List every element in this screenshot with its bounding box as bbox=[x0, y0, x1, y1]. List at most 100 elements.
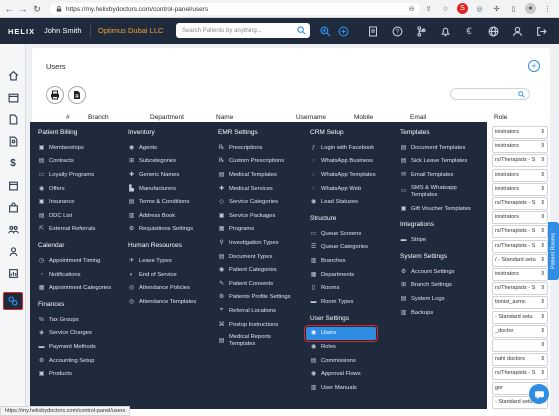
menu-item-memberships[interactable]: ▣ Memberships bbox=[38, 141, 111, 155]
add-user-button[interactable]: + bbox=[528, 60, 540, 72]
logo[interactable]: HELIX bbox=[0, 27, 34, 36]
home-icon[interactable] bbox=[3, 66, 23, 84]
menu-item-custom-prescriptions[interactable]: ℞ Custom Prescriptions bbox=[218, 155, 291, 169]
menu-item-medical-templates[interactable]: ▤ Medical Templates bbox=[218, 168, 291, 182]
menu-item-programs[interactable]: ▦ Programs bbox=[218, 223, 291, 237]
menu-item-medical-services[interactable]: ✚ Medical Services bbox=[218, 182, 291, 196]
menu-item-email-templates[interactable]: ✉ Email Templates bbox=[400, 168, 472, 182]
role-select[interactable]: inistrators ⇕ bbox=[492, 268, 548, 281]
role-select[interactable]: inistrators ⇕ bbox=[492, 168, 548, 182]
back-icon[interactable]: ← bbox=[2, 2, 16, 16]
menu-item-sick-leave-templates[interactable]: ▤ Sick Leave Templates bbox=[400, 155, 472, 169]
menu-item-patient-categories[interactable]: ◉ Patient Categories bbox=[218, 263, 291, 277]
menu-item-whatsapp-business[interactable]: ◌ WhatsApp Business bbox=[310, 155, 376, 169]
menu-item-ddc-list[interactable]: ▤ DDC List bbox=[38, 209, 111, 223]
column-header-role[interactable]: Role bbox=[494, 114, 507, 121]
column-header-department[interactable]: Department bbox=[150, 114, 184, 121]
menu-item-external-referrals[interactable]: ⇱ External Referrals bbox=[38, 223, 111, 237]
file-icon[interactable] bbox=[3, 110, 23, 128]
role-select[interactable]: ⇕ bbox=[492, 339, 548, 352]
menu-item-lead-statuses[interactable]: ◉ Lead Statuses bbox=[310, 195, 376, 209]
dollar-icon[interactable]: $ bbox=[3, 154, 23, 172]
menu-item-loyalty-programs[interactable]: ▭ Loyalty Programs bbox=[38, 168, 111, 182]
menu-item-document-templates[interactable]: ▤ Document Templates bbox=[400, 141, 472, 155]
column-header-branch[interactable]: Branch bbox=[88, 114, 109, 121]
forward-icon[interactable]: → bbox=[16, 2, 30, 16]
menu-item-investigation-types[interactable]: ⚲ Investigation Types bbox=[218, 236, 291, 250]
share-icon[interactable]: ⇪ bbox=[423, 3, 434, 14]
menu-item-appointment-categories[interactable]: ▦ Appointment Categories bbox=[38, 281, 111, 295]
menu-item-generic-names[interactable]: ✚ Generic Names bbox=[128, 168, 196, 182]
logout-icon[interactable] bbox=[534, 24, 548, 38]
column-header-username[interactable]: Username bbox=[296, 114, 326, 121]
zoom-icon[interactable]: ⊖ bbox=[406, 3, 417, 14]
menu-item-referral-locations[interactable]: ⌖ Referral Locations bbox=[218, 304, 291, 318]
menu-item-service-categories[interactable]: ◇ Service Categories bbox=[218, 195, 291, 209]
profile-avatar[interactable]: ● bbox=[525, 3, 536, 14]
menu-item-agents[interactable]: ◉ Agents bbox=[128, 141, 196, 155]
menu-item-user-manuals[interactable]: ▥ User Manuals bbox=[310, 381, 376, 395]
patient-file-icon[interactable] bbox=[3, 132, 23, 150]
menu-item-users[interactable]: ◉ Users bbox=[304, 324, 378, 343]
menu-item-gift-voucher-templates[interactable]: ▣ Gift Voucher Templates bbox=[400, 202, 472, 216]
role-select[interactable]: inistrators ⇕ bbox=[492, 182, 548, 196]
extension-red-icon[interactable]: S bbox=[457, 3, 468, 14]
menu-item-document-types[interactable]: ▤ Document Types bbox=[218, 250, 291, 264]
role-select[interactable]: rs/Therapists - S ⇕ bbox=[492, 197, 548, 210]
menu-item-login-with-facebook[interactable]: ƒ Login with Facebook bbox=[310, 141, 376, 155]
contact-icon[interactable] bbox=[3, 242, 23, 260]
column-header-mobile[interactable]: Mobile bbox=[354, 114, 373, 121]
menu-item-roles[interactable]: ◉ Roles bbox=[310, 340, 376, 354]
print-button[interactable] bbox=[46, 86, 64, 104]
menu-item-branch-settings[interactable]: ⊞ Branch Settings bbox=[400, 279, 472, 293]
column-header-number[interactable]: # bbox=[66, 114, 70, 121]
menu-item-service-charges[interactable]: ◈ Service Charges bbox=[38, 327, 111, 341]
chat-button[interactable] bbox=[529, 384, 549, 404]
menu-item-end-of-service[interactable]: ◐ End of Service bbox=[128, 268, 196, 282]
menu-item-service-packages[interactable]: ▣ Service Packages bbox=[218, 209, 291, 223]
menu-item-rooms[interactable]: ▯ Rooms bbox=[310, 281, 376, 295]
menu-item-approval-flows[interactable]: ◉ Approval Flows bbox=[310, 367, 376, 381]
bell-icon[interactable] bbox=[438, 24, 452, 38]
user-icon[interactable] bbox=[510, 24, 524, 38]
branch-icon[interactable] bbox=[414, 24, 428, 38]
currency-icon[interactable]: € bbox=[462, 24, 476, 38]
menu-item-departments[interactable]: ▦ Departments bbox=[310, 268, 376, 282]
control-panel-icon[interactable] bbox=[3, 292, 23, 310]
menu-item-commissions[interactable]: ▤ Commissions bbox=[310, 354, 376, 368]
add-circle-icon[interactable] bbox=[336, 24, 350, 38]
role-select[interactable]: inistrators ⇕ bbox=[492, 126, 548, 139]
role-select[interactable]: rs/Therapists - S ⇕ bbox=[492, 154, 548, 168]
menu-item-account-settings[interactable]: ⚙ Account Settings bbox=[400, 265, 472, 279]
calendar-icon[interactable] bbox=[3, 88, 23, 106]
role-select[interactable]: rs/Therapists - S ⇕ bbox=[492, 367, 548, 381]
menu-item-offers[interactable]: ◉ Offers bbox=[38, 182, 111, 196]
role-select[interactable]: inistrators ⇕ bbox=[492, 140, 548, 154]
menu-item-terms-conditions[interactable]: ▤ Terms & Conditions bbox=[128, 195, 196, 209]
globe-icon[interactable] bbox=[486, 24, 500, 38]
menu-item-attendance-templates[interactable]: ◎ Attendance Templates bbox=[128, 295, 196, 309]
role-select[interactable]: rs/Therapists - S ⇕ bbox=[492, 282, 548, 296]
chrome-menu-icon[interactable]: ⋮ bbox=[542, 3, 553, 14]
role-select[interactable]: nahi doctors ⇕ bbox=[492, 353, 548, 367]
puzzle-icon[interactable]: ✣ bbox=[491, 3, 502, 14]
column-header-email[interactable]: Email bbox=[410, 114, 426, 121]
menu-item-notifications[interactable]: ◔ Notifications bbox=[38, 268, 111, 282]
menu-item-postop-instructions[interactable]: ⌘ Postop Instructions bbox=[218, 318, 291, 332]
menu-item-room-types[interactable]: ▬ Room Types bbox=[310, 295, 376, 309]
menu-item-subcategories[interactable]: ⊞ Subcategories bbox=[128, 155, 196, 169]
menu-item-sms-whatsapp-templates[interactable]: ▭ SMS & Whatsapp Templates bbox=[400, 182, 472, 202]
bag-icon[interactable] bbox=[3, 198, 23, 216]
box-icon[interactable] bbox=[3, 176, 23, 194]
menu-item-whatsapp-web[interactable]: ◌ WhatsApp Web bbox=[310, 182, 376, 196]
document-icon[interactable] bbox=[366, 24, 380, 38]
menu-item-queue-categories[interactable]: ☰ Queue Categories bbox=[310, 241, 376, 255]
menu-item-leave-types[interactable]: ✈ Leave Types bbox=[128, 254, 196, 268]
branch-name[interactable]: Optimus Dubai LLC bbox=[98, 24, 163, 38]
user-name[interactable]: John Smith bbox=[44, 24, 91, 38]
bookmark-icon[interactable]: ☆ bbox=[440, 3, 451, 14]
report-icon[interactable] bbox=[3, 264, 23, 282]
menu-item-patients-profile-settings[interactable]: ⚙ Patients Profile Settings bbox=[218, 291, 291, 305]
menu-item-appointment-timing[interactable]: ◷ Appointment Timing bbox=[38, 254, 111, 268]
export-button[interactable] bbox=[68, 86, 86, 104]
